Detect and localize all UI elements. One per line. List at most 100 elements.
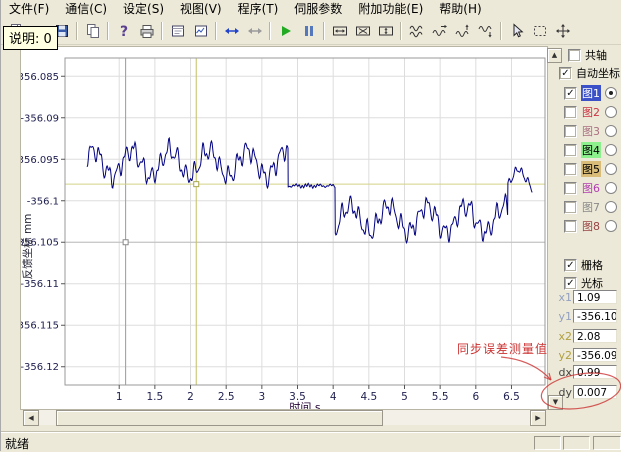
toolbar-separator [107,22,109,40]
channel-ch2-radio[interactable] [605,106,617,118]
channel-ch6-checkbox[interactable] [564,182,577,195]
shift-wave-up-button[interactable] [451,19,474,42]
menu-bar: 文件(F)通信(C)设定(S)视图(V)程序(T)伺服参数附加功能(E)帮助(H… [1,0,621,18]
menu-item-servo-params[interactable]: 伺服参数 [286,0,350,18]
channel-row-ch8: 图8 [564,218,617,234]
channel-ch2-checkbox[interactable] [564,106,577,119]
expand-horizontal-button[interactable] [220,19,243,42]
shift-wave-down-button[interactable] [474,19,497,42]
report-window-button[interactable] [166,19,189,42]
zoom-box-horizontal-button[interactable] [328,19,351,42]
status-pane [593,436,621,450]
grid-checkbox[interactable]: ✓ [564,259,577,272]
run-button[interactable] [274,19,297,42]
fit-horizontal-button[interactable] [243,19,266,42]
channel-ch1-label: 图1 [581,85,601,101]
report-window-icon [170,23,186,39]
menu-item-settings[interactable]: 设定(S) [115,0,172,18]
channel-row-ch7: 图7 [564,199,617,215]
horizontal-scrollbar[interactable]: ◀ ▶ [23,410,544,425]
pan-icon [555,23,571,39]
channel-ch3-checkbox[interactable] [564,125,577,138]
pause-button[interactable] [297,19,320,42]
y-tick-label: -356.11 [21,279,59,290]
x-tick-label: 1 [116,391,123,403]
y2-input[interactable]: -356.098 [573,348,617,362]
chart-window-icon [193,23,209,39]
menu-item-help[interactable]: 帮助(H) [431,0,489,18]
run-icon [278,23,294,39]
status-pane [534,436,561,450]
coaxial-checkbox[interactable] [568,49,581,62]
channel-ch7-radio[interactable] [605,201,617,213]
menu-item-program[interactable]: 程序(T) [230,0,287,18]
toolbar-separator [400,22,402,40]
y1-label: y1 [547,310,572,323]
channel-row-ch1: ✓ 图1 [564,85,617,101]
select-rectangle-icon [532,23,548,39]
cursor-checkbox[interactable]: ✓ [564,277,577,290]
help-button[interactable]: ? [112,19,135,42]
channel-ch8-label: 图8 [581,218,601,234]
dy-input[interactable]: 0.007 [573,385,617,399]
y-tick-label: -356.09 [21,113,59,124]
toolbar-separator [269,22,271,40]
dx-input[interactable]: 0.99 [573,365,617,379]
panel-scroll-up-button[interactable]: ▲ [547,48,562,63]
shift-wave-right-button[interactable] [428,19,451,42]
x2-input[interactable]: 2.08 [573,329,617,343]
toolbar-separator [323,22,325,40]
menu-item-comm[interactable]: 通信(C) [57,0,115,18]
select-rectangle-button[interactable] [528,19,551,42]
zoom-x-button[interactable] [351,19,374,42]
dx-label: dx [547,366,572,379]
y-tick-label: -356.085 [21,72,59,83]
channel-row-ch6: 图6 [564,180,617,196]
x-tick-label: 5.5 [432,391,449,403]
channel-ch6-radio[interactable] [605,182,617,194]
menu-item-file[interactable]: 文件(F) [1,0,57,18]
expand-horizontal-icon [224,23,240,39]
y-axis-title: 反馈坐标 mm [21,214,34,280]
autoscale-checkbox[interactable]: ✓ [559,67,572,80]
copy-button[interactable] [81,19,104,42]
channel-ch4-checkbox[interactable] [564,144,577,157]
channel-ch7-checkbox[interactable] [564,201,577,214]
overlay-waves-button[interactable] [405,19,428,42]
channel-ch1-checkbox[interactable]: ✓ [564,87,577,100]
channel-ch3-label: 图3 [581,123,601,139]
svg-text:?: ? [119,24,127,39]
pointer-button[interactable] [505,19,528,42]
fit-horizontal-icon [247,23,263,39]
y1-input[interactable]: -356.105 [573,309,617,323]
zoom-y-button[interactable] [374,19,397,42]
channel-ch5-checkbox[interactable] [564,163,577,176]
x1-input[interactable]: 1.09 [573,290,617,304]
x-tick-label: 2.5 [218,391,235,403]
menu-item-addons[interactable]: 附加功能(E) [350,0,431,18]
channel-ch8-radio[interactable] [605,220,617,232]
scroll-right-button[interactable]: ▶ [530,410,546,426]
channel-ch7-label: 图7 [581,199,601,215]
channel-ch3-radio[interactable] [605,125,617,137]
channel-ch1-radio[interactable] [605,87,617,99]
print-button[interactable] [135,19,158,42]
channel-settings-panel: ▲▼共轴✓自动坐标✓图1图2图3图4图5图6图7图8✓栅格✓光标x11.09y1… [547,45,621,432]
pause-icon [301,23,317,39]
chart-window-button[interactable] [189,19,212,42]
pan-button[interactable] [551,19,574,42]
channel-ch5-radio[interactable] [605,163,617,175]
menu-item-view[interactable]: 视图(V) [172,0,230,18]
toolbar-separator [76,22,78,40]
channel-ch8-checkbox[interactable] [564,220,577,233]
y-tick-label: -356.1 [27,196,59,207]
x-tick-label: 6 [472,391,479,403]
overlay-waves-icon [409,23,425,39]
scroll-left-button[interactable]: ◀ [23,410,39,426]
channel-ch4-radio[interactable] [605,144,617,156]
toolbar: ? [1,17,621,45]
status-message: 就绪 [5,435,29,452]
scrollbar-thumb[interactable] [56,410,383,426]
x-axis-title: 时间 s [289,401,320,409]
zoom-y-icon [378,23,394,39]
